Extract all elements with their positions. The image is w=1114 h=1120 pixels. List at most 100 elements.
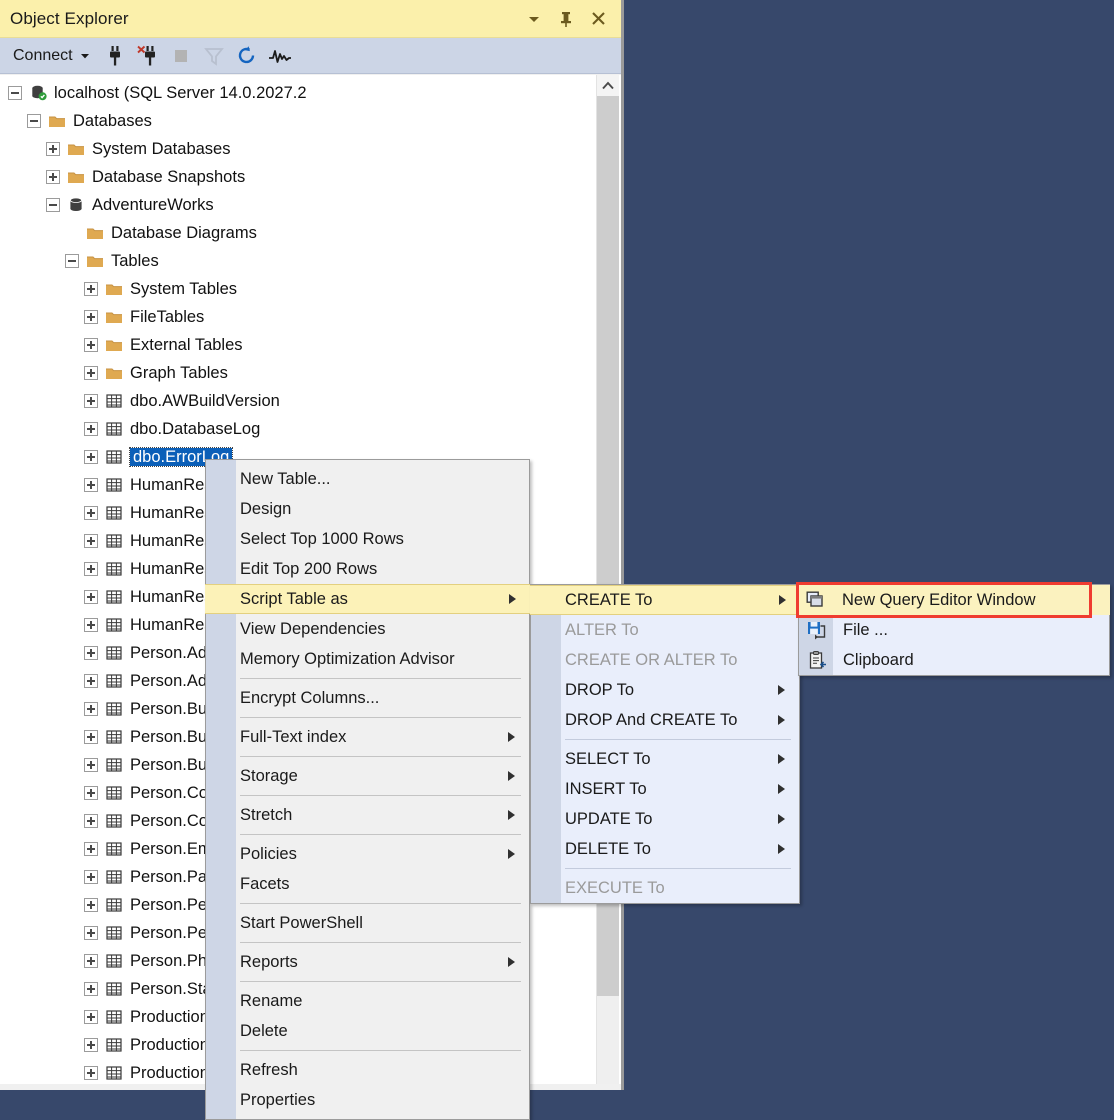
tree-node-label: localhost (SQL Server 14.0.2027.2 bbox=[54, 85, 307, 102]
close-icon[interactable] bbox=[583, 5, 613, 33]
expand-icon[interactable] bbox=[84, 786, 98, 800]
collapse-icon[interactable] bbox=[8, 86, 22, 100]
tree-node[interactable]: localhost (SQL Server 14.0.2027.2 bbox=[0, 79, 597, 107]
menu-item-rename[interactable]: Rename bbox=[206, 986, 529, 1016]
expand-icon[interactable] bbox=[84, 646, 98, 660]
collapse-icon[interactable] bbox=[65, 254, 79, 268]
tree-node[interactable]: AdventureWorks bbox=[0, 191, 597, 219]
panel-title: Object Explorer bbox=[10, 9, 129, 29]
expand-icon[interactable] bbox=[84, 282, 98, 296]
menu-item-storage[interactable]: Storage bbox=[206, 761, 529, 791]
menu-item-start-powershell[interactable]: Start PowerShell bbox=[206, 908, 529, 938]
menu-item-encrypt-columns[interactable]: Encrypt Columns... bbox=[206, 683, 529, 713]
table-icon bbox=[104, 1008, 124, 1026]
menu-item-design[interactable]: Design bbox=[206, 494, 529, 524]
expand-icon[interactable] bbox=[84, 1066, 98, 1080]
menu-item-create-to[interactable]: CREATE To bbox=[530, 585, 800, 615]
scroll-up-arrow-icon[interactable] bbox=[597, 75, 619, 96]
menu-item-select-top-1000-rows[interactable]: Select Top 1000 Rows bbox=[206, 524, 529, 554]
menu-item-clipboard[interactable]: Clipboard bbox=[799, 645, 1109, 675]
expand-icon[interactable] bbox=[84, 450, 98, 464]
submenu-arrow-icon bbox=[778, 685, 785, 695]
menu-item-delete-to[interactable]: DELETE To bbox=[531, 834, 799, 864]
collapse-icon[interactable] bbox=[27, 114, 41, 128]
menu-item-memory-optimization-advisor[interactable]: Memory Optimization Advisor bbox=[206, 644, 529, 674]
collapse-icon[interactable] bbox=[46, 198, 60, 212]
expand-icon[interactable] bbox=[84, 1038, 98, 1052]
expand-icon[interactable] bbox=[46, 170, 60, 184]
menu-item-full-text-index[interactable]: Full-Text index bbox=[206, 722, 529, 752]
expand-icon[interactable] bbox=[84, 814, 98, 828]
menu-item-new-query-editor-window[interactable]: New Query Editor Window bbox=[798, 585, 1110, 615]
expand-icon[interactable] bbox=[84, 618, 98, 632]
folder-icon bbox=[47, 112, 67, 130]
expand-icon[interactable] bbox=[84, 758, 98, 772]
expand-icon[interactable] bbox=[84, 506, 98, 520]
menu-item-new-table[interactable]: New Table... bbox=[206, 464, 529, 494]
menu-item-drop-to[interactable]: DROP To bbox=[531, 675, 799, 705]
tree-node-label: Person.Ad bbox=[130, 645, 207, 662]
menu-item-view-dependencies[interactable]: View Dependencies bbox=[206, 614, 529, 644]
menu-item-insert-to[interactable]: INSERT To bbox=[531, 774, 799, 804]
connect-button[interactable]: Connect bbox=[8, 44, 97, 68]
expand-icon[interactable] bbox=[84, 702, 98, 716]
chevron-down-icon[interactable] bbox=[519, 5, 549, 33]
tree-node[interactable]: System Tables bbox=[0, 275, 597, 303]
menu-item-file[interactable]: File ... bbox=[799, 615, 1109, 645]
expand-icon[interactable] bbox=[46, 142, 60, 156]
menu-item-select-to[interactable]: SELECT To bbox=[531, 744, 799, 774]
menu-item-stretch[interactable]: Stretch bbox=[206, 800, 529, 830]
tree-vertical-scrollbar[interactable] bbox=[596, 75, 619, 1084]
expand-icon[interactable] bbox=[84, 1010, 98, 1024]
pin-icon[interactable] bbox=[551, 5, 581, 33]
expand-icon[interactable] bbox=[84, 562, 98, 576]
menu-item-label: Storage bbox=[240, 767, 494, 786]
tree-node[interactable]: External Tables bbox=[0, 331, 597, 359]
disconnect-object-explorer-icon[interactable] bbox=[133, 42, 163, 70]
menu-item-reports[interactable]: Reports bbox=[206, 947, 529, 977]
expand-icon[interactable] bbox=[84, 310, 98, 324]
expand-icon[interactable] bbox=[84, 478, 98, 492]
expand-icon[interactable] bbox=[84, 422, 98, 436]
expand-icon[interactable] bbox=[84, 590, 98, 604]
tree-node[interactable]: dbo.DatabaseLog bbox=[0, 415, 597, 443]
expand-icon[interactable] bbox=[84, 926, 98, 940]
menu-item-facets[interactable]: Facets bbox=[206, 869, 529, 899]
menu-item-delete[interactable]: Delete bbox=[206, 1016, 529, 1046]
tree-node-label: Production bbox=[130, 1009, 209, 1026]
tree-node[interactable]: System Databases bbox=[0, 135, 597, 163]
connect-object-explorer-icon[interactable] bbox=[100, 42, 130, 70]
expand-icon[interactable] bbox=[84, 954, 98, 968]
menu-item-refresh[interactable]: Refresh bbox=[206, 1055, 529, 1085]
expand-icon[interactable] bbox=[84, 394, 98, 408]
expand-icon[interactable] bbox=[84, 534, 98, 548]
tree-node[interactable]: Databases bbox=[0, 107, 597, 135]
menu-item-label: CREATE To bbox=[565, 591, 765, 610]
expand-icon[interactable] bbox=[84, 898, 98, 912]
menu-item-policies[interactable]: Policies bbox=[206, 839, 529, 869]
expand-icon[interactable] bbox=[84, 366, 98, 380]
expand-icon[interactable] bbox=[84, 870, 98, 884]
menu-item-edit-top-200-rows[interactable]: Edit Top 200 Rows bbox=[206, 554, 529, 584]
tree-node[interactable]: Graph Tables bbox=[0, 359, 597, 387]
menu-item-create-or-alter-to: CREATE OR ALTER To bbox=[531, 645, 799, 675]
expand-icon[interactable] bbox=[84, 338, 98, 352]
tree-node[interactable]: Tables bbox=[0, 247, 597, 275]
tree-node[interactable]: dbo.AWBuildVersion bbox=[0, 387, 597, 415]
refresh-icon[interactable] bbox=[232, 42, 262, 70]
tree-node[interactable]: Database Diagrams bbox=[0, 219, 597, 247]
menu-item-update-to[interactable]: UPDATE To bbox=[531, 804, 799, 834]
expand-icon[interactable] bbox=[84, 674, 98, 688]
table-icon bbox=[104, 532, 124, 550]
tree-node[interactable]: FileTables bbox=[0, 303, 597, 331]
activity-monitor-icon[interactable] bbox=[265, 42, 295, 70]
submenu-arrow-icon bbox=[778, 715, 785, 725]
menu-item-script-table-as[interactable]: Script Table as bbox=[205, 584, 530, 614]
expand-icon[interactable] bbox=[84, 842, 98, 856]
expand-icon[interactable] bbox=[84, 982, 98, 996]
table-icon bbox=[104, 700, 124, 718]
expand-icon[interactable] bbox=[84, 730, 98, 744]
tree-node[interactable]: Database Snapshots bbox=[0, 163, 597, 191]
menu-item-label: Start PowerShell bbox=[240, 914, 515, 933]
menu-item-drop-and-create-to[interactable]: DROP And CREATE To bbox=[531, 705, 799, 735]
